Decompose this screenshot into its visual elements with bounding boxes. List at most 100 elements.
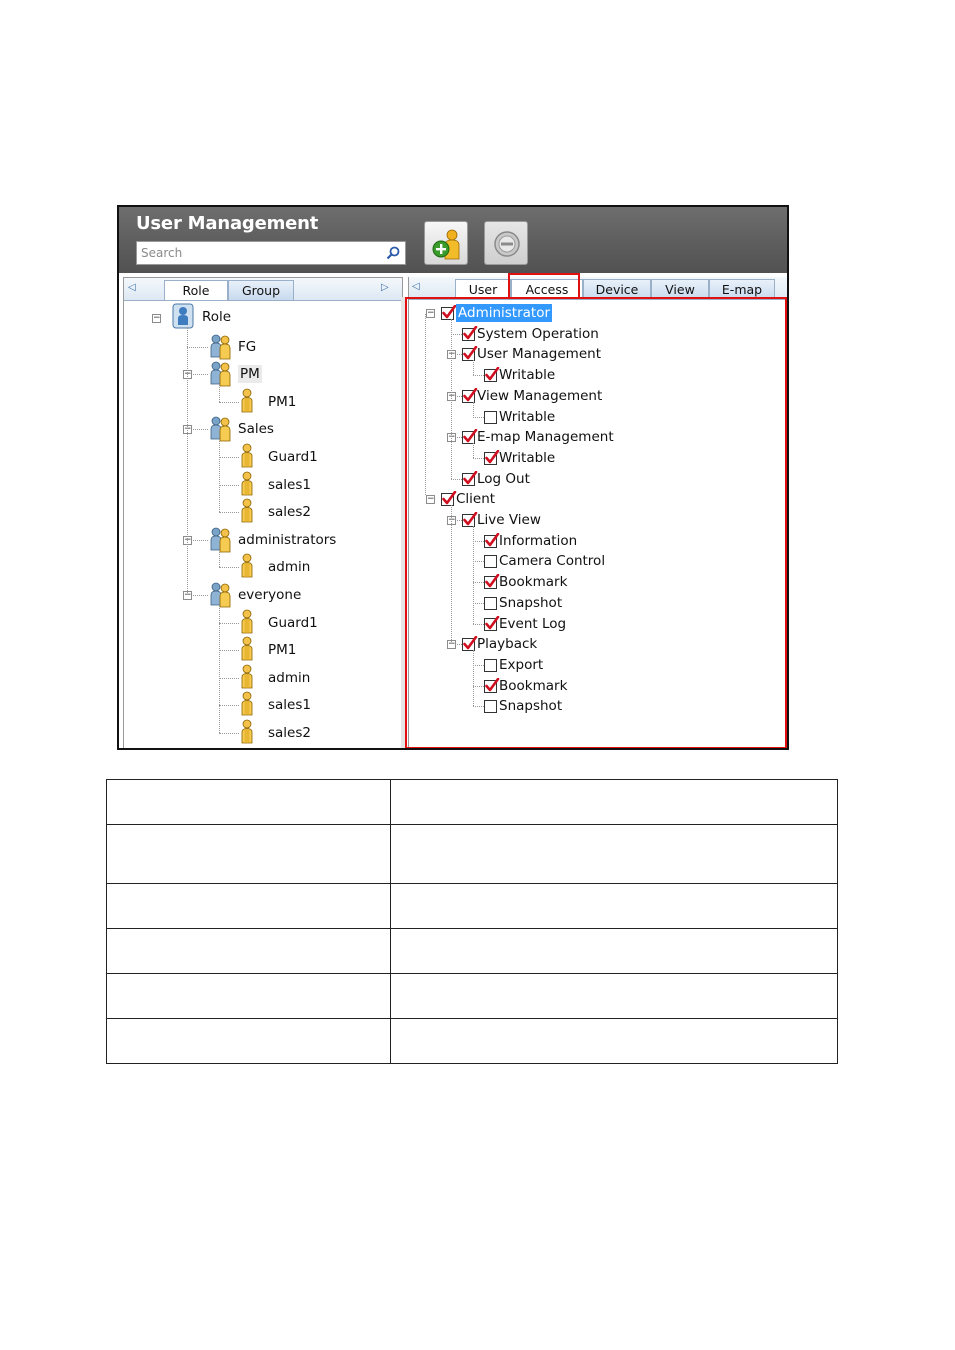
- collapse-toggle-icon[interactable]: −: [426, 495, 435, 505]
- checkmark-icon: [463, 429, 478, 443]
- role-tree: − Role FG − PM PM1− Sales Guard1 sales1 s…: [124, 301, 402, 748]
- tree-connector: [219, 401, 239, 403]
- tree-connector: [473, 706, 484, 708]
- permission-label[interactable]: Administrator: [456, 304, 553, 322]
- tree-node-label: admin: [268, 559, 311, 576]
- checked-checkbox[interactable]: [441, 305, 457, 320]
- checked-checkbox[interactable]: [484, 677, 500, 693]
- checked-checkbox[interactable]: [462, 470, 478, 486]
- tab-access[interactable]: Access: [511, 279, 583, 299]
- tree-connector: [473, 623, 484, 625]
- tab-user[interactable]: User: [455, 279, 511, 299]
- unchecked-checkbox[interactable]: [484, 555, 497, 569]
- unchecked-checkbox[interactable]: [484, 410, 497, 424]
- search-icon[interactable]: [385, 245, 401, 261]
- access-tree: − Administrator System Operation − User Mana…: [409, 300, 787, 748]
- tree-node-label: PM1: [268, 642, 297, 659]
- checked-checkbox[interactable]: [484, 367, 500, 383]
- user-icon: [241, 498, 253, 523]
- checked-checkbox[interactable]: [484, 574, 500, 590]
- user-icon: [241, 609, 253, 633]
- tree-node-label: sales1: [268, 697, 311, 714]
- permission-label[interactable]: Event Log: [499, 615, 566, 633]
- permission-label[interactable]: Snapshot: [499, 594, 562, 612]
- splitter[interactable]: [401, 297, 405, 748]
- user-icon: [241, 471, 253, 495]
- permission-label[interactable]: Live View: [477, 511, 541, 529]
- tab-emap[interactable]: E-map: [709, 279, 775, 299]
- tree-connector: [473, 416, 484, 418]
- checkmark-icon: [485, 532, 500, 546]
- checked-checkbox[interactable]: [484, 615, 500, 631]
- checked-checkbox[interactable]: [484, 449, 500, 465]
- tree-connector: [219, 567, 239, 569]
- tree-connector: [219, 384, 220, 402]
- tab-scroll-left-icon[interactable]: ◁: [128, 281, 138, 295]
- tree-connector: [451, 333, 462, 335]
- checked-checkbox[interactable]: [484, 532, 500, 548]
- tree-connector: [219, 622, 239, 624]
- checkmark-icon: [485, 615, 500, 629]
- tree-connector: [219, 605, 220, 733]
- permission-label[interactable]: Client: [456, 490, 495, 508]
- tree-connector: [473, 401, 474, 417]
- unchecked-checkbox[interactable]: [484, 700, 497, 714]
- permission-label[interactable]: View Management: [477, 387, 602, 405]
- search-box: [136, 241, 406, 265]
- permission-label[interactable]: User Management: [477, 345, 601, 363]
- tab-view[interactable]: View: [651, 279, 709, 299]
- unchecked-checkbox[interactable]: [484, 596, 497, 610]
- permission-label[interactable]: Bookmark: [499, 677, 567, 695]
- group-icon: [210, 416, 231, 442]
- permission-label[interactable]: Writable: [499, 366, 555, 384]
- user-icon: [241, 691, 253, 716]
- permission-label[interactable]: Log Out: [477, 470, 530, 488]
- checkmark-icon: [463, 470, 478, 484]
- search-input[interactable]: [137, 242, 381, 264]
- window-header: User Management: [119, 207, 787, 273]
- delete-button[interactable]: [484, 221, 528, 265]
- permission-label[interactable]: Writable: [499, 408, 555, 426]
- tree-node-label: Guard1: [268, 614, 318, 631]
- tab-scroll-right-icon[interactable]: ▷: [381, 281, 391, 295]
- tree-node-label: administrators: [238, 531, 337, 548]
- checkmark-icon: [463, 346, 478, 360]
- role-icon: [172, 303, 194, 329]
- window-title: User Management: [136, 213, 319, 234]
- tab-group[interactable]: Group: [228, 280, 294, 300]
- tree-connector: [219, 439, 220, 513]
- tree-node-label: PM1: [268, 393, 297, 410]
- user-icon: [241, 719, 253, 744]
- checkmark-icon: [485, 367, 500, 381]
- tab-role[interactable]: Role: [164, 280, 228, 300]
- tree-node-label: Role: [202, 309, 232, 325]
- permission-label[interactable]: Playback: [477, 635, 537, 653]
- permission-label[interactable]: System Operation: [477, 325, 599, 343]
- permission-label[interactable]: Bookmark: [499, 573, 567, 591]
- permission-label[interactable]: Information: [499, 532, 577, 550]
- permission-label[interactable]: E-map Management: [477, 428, 614, 446]
- tree-connector: [219, 650, 239, 652]
- add-user-button[interactable]: [424, 221, 468, 265]
- permission-label[interactable]: Export: [499, 656, 543, 674]
- tree-node-label: admin: [268, 669, 311, 686]
- tree-node-label: sales2: [268, 504, 311, 521]
- collapse-toggle-icon[interactable]: −: [152, 314, 161, 323]
- checked-checkbox[interactable]: [462, 325, 478, 341]
- checkmark-icon: [442, 305, 457, 319]
- tree-connector: [473, 685, 484, 687]
- collapse-toggle-icon[interactable]: −: [426, 309, 435, 318]
- tree-connector: [473, 443, 474, 458]
- tree-connector: [451, 505, 452, 645]
- tree-connector: [187, 327, 188, 595]
- checked-checkbox[interactable]: [441, 491, 457, 507]
- permission-label[interactable]: Writable: [499, 449, 555, 467]
- tab-scroll-left-icon[interactable]: ◁: [412, 280, 422, 294]
- permission-label[interactable]: Camera Control: [499, 552, 605, 570]
- tree-connector: [451, 319, 452, 479]
- tree-connector: [219, 733, 239, 734]
- tab-device[interactable]: Device: [583, 279, 651, 299]
- right-tab-bar: ◁ User Access Device View E-map: [409, 277, 787, 300]
- permission-label[interactable]: Snapshot: [499, 697, 562, 715]
- unchecked-checkbox[interactable]: [484, 658, 497, 672]
